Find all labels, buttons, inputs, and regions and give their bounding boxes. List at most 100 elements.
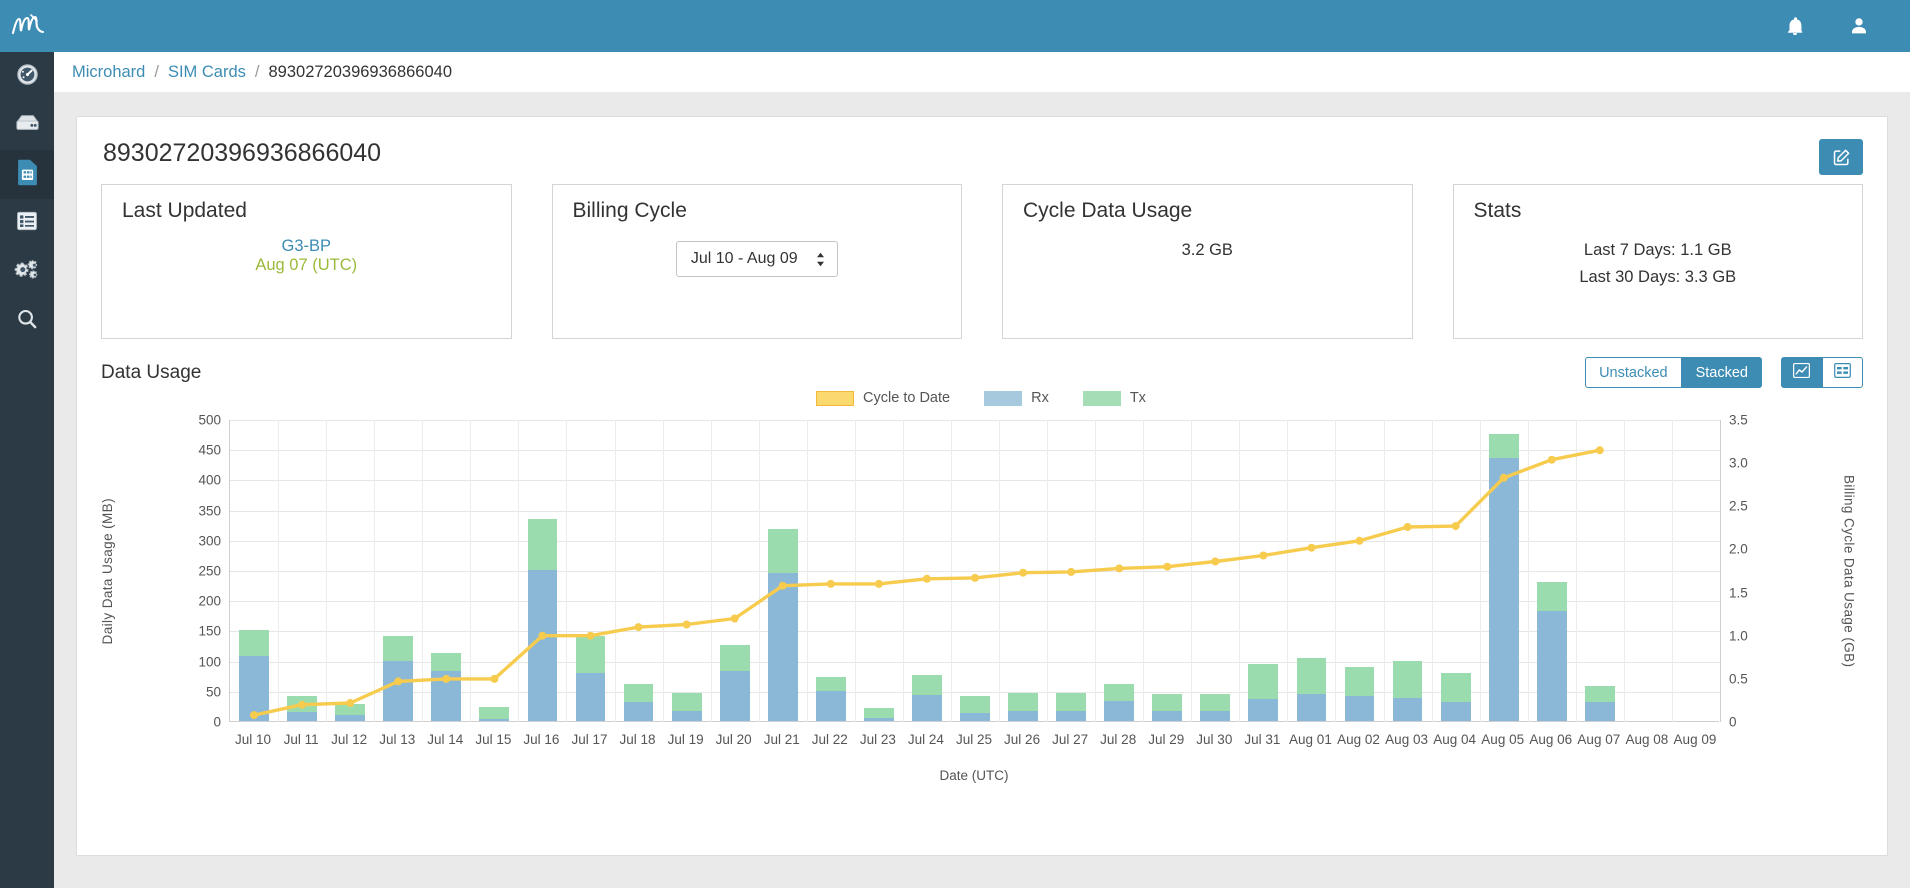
- line-data-point[interactable]: [1403, 523, 1412, 531]
- page-background: 89302720396936866040 Last Updated G3-BP …: [54, 92, 1910, 888]
- y-axis-tick-label: 150: [198, 623, 221, 639]
- breadcrumb-item-microhard[interactable]: Microhard: [72, 63, 145, 82]
- sidebar-item-settings[interactable]: [0, 248, 54, 297]
- x-axis-tick-label: Jul 20: [715, 732, 752, 747]
- chart-controls: Unstacked Stacked: [1585, 357, 1863, 388]
- line-data-point[interactable]: [490, 674, 499, 683]
- cumulative-line-series: [250, 446, 1604, 720]
- line-data-point[interactable]: [298, 700, 307, 709]
- line-data-point[interactable]: [1355, 536, 1364, 545]
- chevron-updown-icon: [816, 252, 825, 267]
- table-view-button[interactable]: [1822, 357, 1863, 388]
- header-actions: [1782, 13, 1910, 39]
- legend-label: Cycle to Date: [863, 390, 951, 406]
- breadcrumb-separator: /: [154, 62, 159, 81]
- cycle-data-usage-value: 3.2 GB: [1181, 241, 1233, 259]
- line-data-point[interactable]: [682, 620, 691, 629]
- sidebar-item-search[interactable]: [0, 297, 54, 346]
- legend-label: Tx: [1129, 390, 1146, 406]
- line-data-point[interactable]: [971, 573, 979, 582]
- last-updated-device[interactable]: G3-BP: [122, 237, 491, 256]
- card-body: Jul 10 - Aug 09: [573, 241, 942, 277]
- stacked-button[interactable]: Stacked: [1681, 357, 1762, 388]
- line-data-point[interactable]: [634, 623, 643, 632]
- x-axis-tick-label: Jul 22: [811, 732, 848, 747]
- y-axis-label-left: Daily Data Usage (MB): [99, 497, 115, 645]
- dashboard-gauge-icon: [15, 62, 40, 92]
- line-data-point[interactable]: [1595, 446, 1604, 455]
- line-data-point[interactable]: [1067, 567, 1076, 576]
- billing-cycle-select[interactable]: Jul 10 - Aug 09: [675, 241, 838, 277]
- line-data-point[interactable]: [250, 711, 258, 720]
- x-axis-tick-label: Aug 09: [1673, 732, 1717, 747]
- line-data-point[interactable]: [778, 581, 787, 590]
- line-data-point[interactable]: [1115, 564, 1124, 573]
- chart-line-icon: [1793, 362, 1810, 382]
- chart-view-button[interactable]: [1781, 357, 1822, 388]
- breadcrumb-item-sim-cards[interactable]: SIM Cards: [168, 63, 246, 82]
- line-data-point[interactable]: [538, 631, 547, 640]
- summary-cards: Last Updated G3-BP Aug 07 (UTC) Billing …: [101, 184, 1863, 339]
- card-body: Last 7 Days: 1.1 GB Last 30 Days: 3.3 GB: [1474, 237, 1843, 290]
- sidebar-item-sim-cards[interactable]: [0, 150, 54, 199]
- table-grid-icon: [1834, 363, 1851, 382]
- x-axis-tick-label: Jul 10: [235, 732, 272, 747]
- y-axis-tick-label: 200: [198, 593, 221, 609]
- x-axis-tick-label: Jul 13: [379, 732, 416, 747]
- y2-axis-tick-label: 2.5: [1729, 498, 1748, 514]
- legend-label: Rx: [1031, 390, 1049, 406]
- x-axis-label: Date (UTC): [939, 768, 1009, 783]
- sidebar-item-dashboard[interactable]: [0, 52, 54, 101]
- line-data-point[interactable]: [1307, 543, 1316, 552]
- x-axis-tick-label: Aug 07: [1577, 732, 1621, 747]
- card-body: G3-BP Aug 07 (UTC): [122, 237, 491, 275]
- line-data-point[interactable]: [730, 614, 739, 623]
- line-data-point[interactable]: [346, 699, 355, 707]
- line-data-point[interactable]: [394, 677, 403, 686]
- card-title: Cycle Data Usage: [1023, 199, 1193, 222]
- y-axis-tick-label: 500: [198, 412, 221, 428]
- y-axis-tick-label: 50: [205, 684, 221, 700]
- last-updated-timestamp: Aug 07 (UTC): [255, 256, 358, 274]
- line-data-point[interactable]: [442, 674, 451, 683]
- sidebar-item-reports[interactable]: [0, 199, 54, 248]
- line-data-point[interactable]: [1211, 557, 1220, 566]
- line-data-point[interactable]: [826, 579, 835, 588]
- stack-toggle-group: Unstacked Stacked: [1585, 357, 1762, 388]
- line-data-point[interactable]: [586, 631, 595, 640]
- edit-button[interactable]: [1819, 139, 1863, 175]
- chart-legend: Cycle to Date Rx Tx: [101, 390, 1861, 406]
- user-account-icon[interactable]: [1846, 13, 1872, 39]
- legend-swatch-cycle: [816, 390, 855, 406]
- line-data-point[interactable]: [874, 579, 883, 588]
- line-data-point[interactable]: [1259, 551, 1268, 560]
- microhard-script-logo[interactable]: [0, 0, 54, 52]
- legend-item-tx[interactable]: Tx: [1082, 390, 1146, 406]
- legend-item-rx[interactable]: Rx: [984, 390, 1049, 406]
- line-data-point[interactable]: [1163, 562, 1172, 571]
- y2-axis-tick-label: 2.0: [1729, 541, 1748, 557]
- legend-item-cycle-to-date[interactable]: Cycle to Date: [816, 390, 950, 406]
- card-title: Billing Cycle: [572, 199, 687, 222]
- y-axis-tick-label: 350: [198, 503, 221, 519]
- x-axis-tick-label: Aug 06: [1529, 732, 1573, 747]
- list-report-icon: [15, 209, 39, 238]
- main-content: Microhard / SIM Cards / 8930272039693686…: [54, 52, 1910, 888]
- line-data-point[interactable]: [1019, 568, 1028, 577]
- data-usage-chart: Cycle to Date Rx Tx Daily Data Usage (MB…: [100, 390, 1861, 794]
- notifications-bell-icon[interactable]: [1782, 13, 1808, 39]
- x-axis-tick-label: Aug 08: [1625, 732, 1669, 747]
- breadcrumb-separator: /: [254, 62, 260, 81]
- line-data-point[interactable]: [1499, 473, 1508, 482]
- section-title: Data Usage: [101, 361, 202, 383]
- data-usage-header: Data Usage Unstacked Stacked: [101, 357, 1863, 388]
- line-data-point[interactable]: [1547, 455, 1556, 464]
- card-billing-cycle: Billing Cycle Jul 10 - Aug 09: [551, 184, 962, 339]
- sidebar-item-devices[interactable]: [0, 101, 54, 150]
- line-data-point[interactable]: [1451, 522, 1460, 531]
- primary-sidebar: [0, 52, 54, 888]
- line-data-point[interactable]: [922, 574, 931, 583]
- x-axis-tick-label: Jul 16: [523, 732, 560, 747]
- view-toggle-group: [1781, 357, 1863, 388]
- unstacked-button[interactable]: Unstacked: [1585, 357, 1682, 388]
